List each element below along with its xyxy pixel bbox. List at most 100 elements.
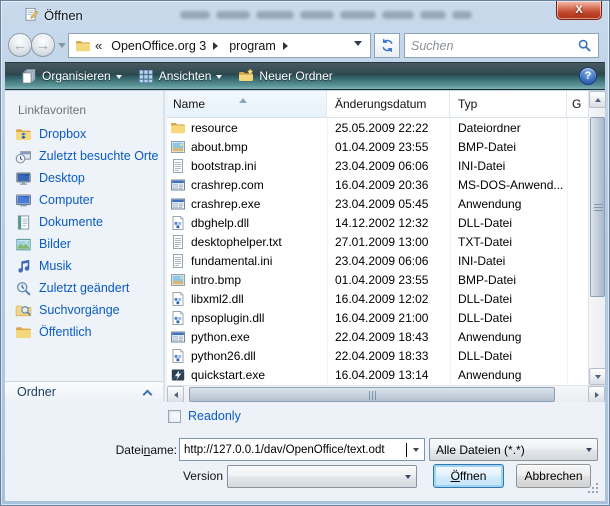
file-row[interactable]: dbghelp.dll 14.12.2002 12:32 DLL-Datei: [167, 213, 588, 232]
breadcrumb-item-program[interactable]: program: [226, 37, 279, 55]
filename-dropdown-button[interactable]: [407, 439, 424, 460]
refresh-icon: [380, 38, 395, 53]
file-name: npsoplugin.dll: [191, 311, 327, 325]
file-row[interactable]: fundamental.ini 23.04.2009 06:06 INI-Dat…: [167, 251, 588, 270]
file-name: dbghelp.dll: [191, 216, 327, 230]
sidebar-item[interactable]: Musik: [5, 255, 163, 277]
back-button[interactable]: ←: [8, 33, 32, 57]
column-headers: Name Änderungsdatum Typ G: [167, 91, 588, 118]
organize-button[interactable]: Organisieren: [13, 65, 130, 87]
dll-file-icon: [170, 291, 186, 307]
chevron-up-icon: [143, 389, 153, 399]
vertical-scrollbar[interactable]: [588, 91, 605, 385]
file-type: DLL-Datei: [450, 311, 567, 325]
file-row[interactable]: libxml2.dll 16.04.2009 12:02 DLL-Datei: [167, 289, 588, 308]
file-date: 01.04.2009 23:55: [327, 273, 450, 287]
column-header-size[interactable]: G: [567, 91, 588, 117]
sidebar-item[interactable]: Dokumente: [5, 211, 163, 233]
breadcrumb-overflow[interactable]: «: [95, 38, 102, 53]
search-box[interactable]: [404, 33, 599, 58]
sidebar-item[interactable]: Zuletzt geändert: [5, 277, 163, 299]
sidebar-item[interactable]: Desktop: [5, 167, 163, 189]
views-button[interactable]: Ansichten: [130, 65, 231, 87]
titlebar[interactable]: Öffnen X: [0, 0, 610, 30]
file-type: Dateiordner: [450, 121, 567, 135]
open-button[interactable]: Öffnen: [433, 464, 504, 488]
sidebar-item-label: Suchvorgänge: [39, 303, 120, 317]
readonly-checkbox[interactable]: [168, 410, 181, 423]
file-row[interactable]: bootstrap.ini 23.04.2009 06:06 INI-Datei: [167, 156, 588, 175]
file-row[interactable]: crashrep.com 16.04.2009 20:36 MS-DOS-Anw…: [167, 175, 588, 194]
file-type: DLL-Datei: [450, 292, 567, 306]
resize-grip[interactable]: [588, 483, 599, 494]
file-date: 16.04.2009 12:02: [327, 292, 450, 306]
file-date: 16.04.2009 20:36: [327, 178, 450, 192]
file-row[interactable]: about.bmp 01.04.2009 23:55 BMP-Datei: [167, 137, 588, 156]
file-list: Name Änderungsdatum Typ G resource 25.05…: [167, 91, 605, 402]
search-icon[interactable]: [577, 38, 592, 53]
sidebar-item[interactable]: Öffentlich: [5, 321, 163, 343]
vertical-scroll-thumb[interactable]: [590, 117, 605, 297]
horizontal-scroll-thumb[interactable]: [189, 387, 555, 402]
scroll-up-button[interactable]: [589, 91, 606, 108]
background-window-menu-blur: [420, 11, 446, 19]
address-bar[interactable]: « OpenOffice.org 3 program: [68, 33, 371, 58]
scroll-right-button[interactable]: [588, 386, 605, 403]
breadcrumb-item-openoffice[interactable]: OpenOffice.org 3: [108, 37, 209, 55]
version-dropdown-button[interactable]: [399, 466, 416, 487]
folders-expander[interactable]: Ordner: [5, 381, 163, 402]
scroll-left-button[interactable]: [167, 386, 184, 403]
file-date: 16.04.2009 13:14: [327, 368, 450, 382]
filetype-dropdown-button[interactable]: [580, 439, 597, 460]
public-folder-icon: [15, 324, 32, 341]
horizontal-scrollbar[interactable]: [167, 385, 605, 402]
filename-value[interactable]: http://127.0.0.1/dav/OpenOffice/text.odt: [180, 444, 406, 456]
dropbox-folder-icon: [15, 126, 32, 143]
background-window-menu-blur: [256, 11, 294, 19]
file-row[interactable]: python.exe 22.04.2009 18:43 Anwendung: [167, 327, 588, 346]
refresh-button[interactable]: [374, 33, 400, 58]
file-row[interactable]: desktophelper.txt 27.01.2009 13:00 TXT-D…: [167, 232, 588, 251]
sidebar-item-label: Zuletzt geändert: [39, 281, 129, 295]
file-row[interactable]: intro.bmp 01.04.2009 23:55 BMP-Datei: [167, 270, 588, 289]
file-row[interactable]: crashrep.exe 23.04.2009 05:45 Anwendung: [167, 194, 588, 213]
file-row[interactable]: resource 25.05.2009 22:22 Dateiordner: [167, 118, 588, 137]
sidebar-item-label: Musik: [39, 259, 72, 273]
file-type: TXT-Datei: [450, 235, 567, 249]
address-dropdown-button[interactable]: [350, 41, 366, 50]
sidebar-item-label: Computer: [39, 193, 94, 207]
file-row[interactable]: python26.dll 22.04.2009 18:33 DLL-Datei: [167, 346, 588, 365]
breadcrumb-separator-icon[interactable]: [213, 42, 222, 50]
text-file-icon: [170, 234, 186, 250]
new-folder-button[interactable]: Neuer Ordner: [230, 65, 340, 87]
column-header-name[interactable]: Name: [167, 91, 327, 117]
file-row[interactable]: quickstart.exe 16.04.2009 13:14 Anwendun…: [167, 365, 588, 384]
sidebar-item[interactable]: Dropbox: [5, 123, 163, 145]
column-header-date[interactable]: Änderungsdatum: [327, 91, 450, 117]
file-name: libxml2.dll: [191, 292, 327, 306]
sidebar-item[interactable]: Bilder: [5, 233, 163, 255]
sidebar-item[interactable]: Zuletzt besuchte Orte: [5, 145, 163, 167]
new-folder-icon: [238, 68, 254, 84]
background-window-menu-blur: [216, 11, 250, 19]
help-button[interactable]: ?: [579, 67, 597, 85]
breadcrumb-separator-icon[interactable]: [283, 42, 292, 50]
close-button[interactable]: X: [556, 1, 602, 20]
sidebar-item[interactable]: Suchvorgänge: [5, 299, 163, 321]
cancel-button[interactable]: Abbrechen: [516, 464, 591, 488]
column-header-type[interactable]: Typ: [450, 91, 567, 117]
file-row[interactable]: npsoplugin.dll 16.04.2009 21:00 DLL-Date…: [167, 308, 588, 327]
search-input[interactable]: [411, 39, 577, 53]
filename-combobox[interactable]: http://127.0.0.1/dav/OpenOffice/text.odt: [179, 438, 425, 461]
dll-file-icon: [170, 348, 186, 364]
file-type: BMP-Datei: [450, 140, 567, 154]
history-dropdown-icon[interactable]: [58, 43, 66, 52]
filetype-combobox[interactable]: Alle Dateien (*.*): [429, 438, 598, 461]
scroll-down-button[interactable]: [589, 368, 606, 385]
navigation-row: ← → « OpenOffice.org 3 program: [5, 30, 605, 62]
forward-button[interactable]: →: [31, 33, 55, 57]
sidebar-item[interactable]: Computer: [5, 189, 163, 211]
text-file-icon: [170, 253, 186, 269]
readonly-label[interactable]: Readonly: [188, 409, 241, 423]
version-combobox[interactable]: [227, 465, 417, 488]
